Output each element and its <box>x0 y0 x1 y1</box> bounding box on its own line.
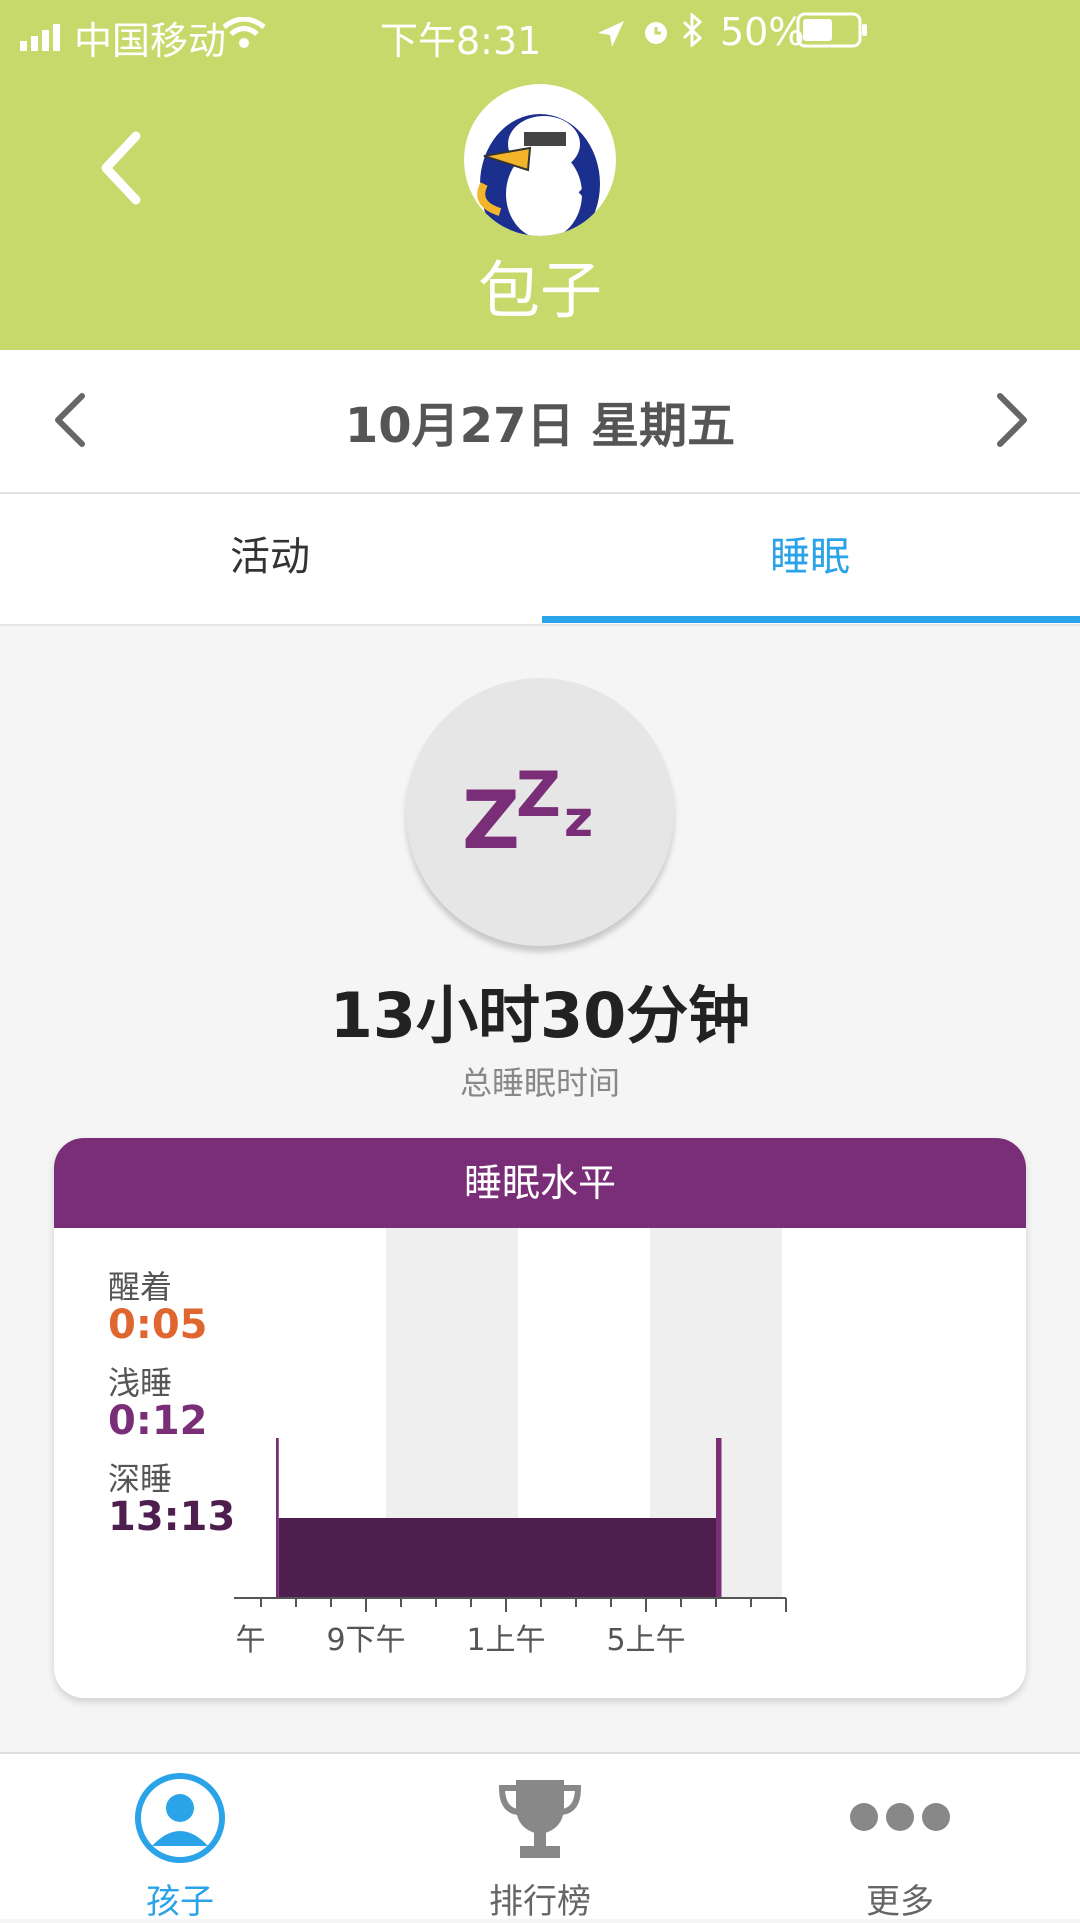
x-tick-label: 9下午 <box>326 1623 405 1658</box>
app-header: 中国移动 下午8:31 50% 包子 <box>0 0 1080 350</box>
light-sleep-value: 0:12 <box>108 1398 208 1444</box>
date-label: 10月27日 星期五 <box>344 398 736 454</box>
status-bar: 中国移动 下午8:31 50% <box>0 0 1080 66</box>
clock-time: 下午8:31 <box>380 19 542 63</box>
tab-sleep[interactable]: 睡眠 <box>540 494 1080 624</box>
sleep-segment <box>278 1518 716 1598</box>
alarm-icon <box>640 12 672 56</box>
back-button[interactable] <box>96 128 166 208</box>
chevron-right-icon <box>997 393 1027 447</box>
bluetooth-icon <box>680 11 704 56</box>
total-sleep-value: 13小时30分钟 <box>329 979 751 1052</box>
x-tick-label: 5上午 <box>606 1623 685 1658</box>
child-name: 包子 <box>477 254 602 327</box>
sleep-segment <box>276 1438 279 1598</box>
chevron-left-icon <box>101 131 141 205</box>
svg-text:z: z <box>564 790 593 848</box>
zzz-icon: Z Z z <box>462 758 593 867</box>
sleep-chart: 5下午 9下午 1上午 5上午 <box>234 1228 787 1658</box>
next-day-button[interactable] <box>986 390 1036 450</box>
nav-label-leaderboard: 排行榜 <box>489 1882 591 1922</box>
sleep-segment <box>716 1438 722 1598</box>
date-navigator: 10月27日 星期五 <box>0 350 1080 494</box>
svg-text:Z: Z <box>516 758 561 831</box>
nav-label-children: 孩子 <box>146 1882 214 1922</box>
sleep-level-card: 睡眠水平 醒着 0:05 浅睡 0:12 深睡 13:13 5下午9下午1上午5… <box>54 1138 1026 1698</box>
more-dots-icon <box>850 1803 950 1831</box>
tab-activity[interactable]: 活动 <box>0 494 540 624</box>
sleep-icon-circle: Z Z z <box>406 678 674 946</box>
battery-percent: 50% <box>720 10 805 54</box>
person-icon <box>135 1773 225 1863</box>
battery-icon <box>796 12 868 57</box>
deep-sleep-value: 13:13 <box>108 1494 236 1540</box>
active-tab-indicator <box>542 616 1080 623</box>
card-title: 睡眠水平 <box>54 1138 1026 1228</box>
bottom-navigation: 孩子 排行榜 更多 <box>0 1752 1080 1922</box>
nav-item-children[interactable]: 孩子 <box>80 1754 280 1922</box>
penguin-avatar-icon <box>477 114 600 236</box>
total-sleep-label: 总睡眠时间 <box>459 1064 620 1102</box>
watermark: 值 什么值得买 <box>948 1884 1075 1908</box>
x-tick-label: 5下午 <box>234 1623 266 1658</box>
awake-value: 0:05 <box>108 1302 208 1348</box>
x-tick-label: 1上午 <box>466 1623 545 1658</box>
svg-text:Z: Z <box>462 774 520 867</box>
avatar[interactable] <box>464 84 616 236</box>
trophy-icon <box>498 1780 582 1858</box>
signal-icon <box>20 16 64 60</box>
tab-bar: 活动 睡眠 <box>0 494 1080 626</box>
nav-item-leaderboard[interactable]: 排行榜 <box>440 1754 640 1922</box>
carrier-label: 中国移动 <box>74 19 227 63</box>
wifi-icon <box>222 14 266 58</box>
location-icon <box>596 14 626 58</box>
